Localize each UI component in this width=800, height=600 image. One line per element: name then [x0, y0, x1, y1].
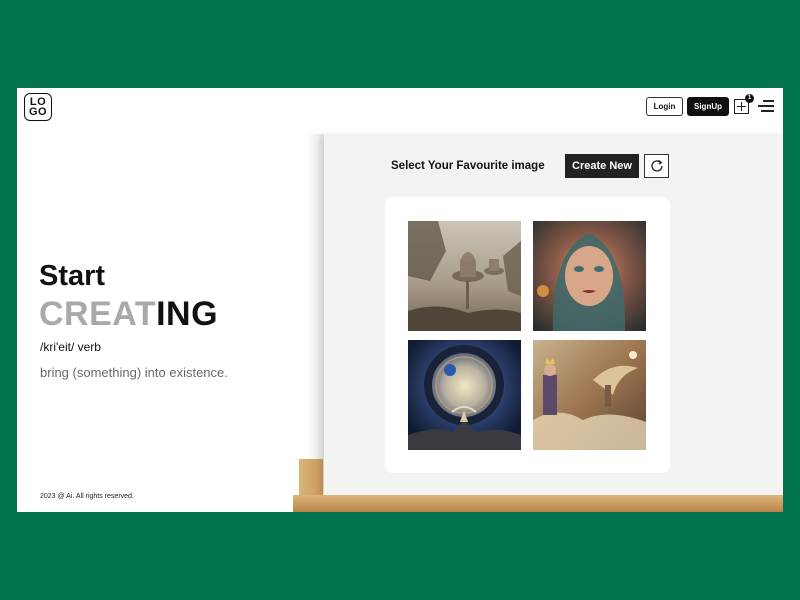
refresh-button[interactable] — [644, 154, 669, 178]
create-new-button[interactable]: Create New — [565, 154, 639, 178]
hero-creating-dark: ING — [156, 295, 219, 333]
copyright-text: 2023 @ Ai. All rights reserved. — [40, 493, 134, 500]
logo[interactable]: LO GO — [24, 93, 52, 121]
panel-shadow — [306, 134, 324, 494]
hamburger-menu-icon[interactable] — [758, 100, 774, 112]
cosmic-portal-figure-image[interactable] — [408, 340, 521, 450]
add-square-icon[interactable]: 1 — [734, 94, 754, 114]
portrait-woman-hood-image[interactable] — [533, 221, 646, 331]
wood-block-decoration — [299, 459, 323, 495]
signup-button[interactable]: SignUp — [687, 97, 729, 116]
hero-creating-heading: CREATING — [39, 295, 218, 334]
wood-shelf-decoration — [293, 495, 783, 512]
notification-badge: 1 — [745, 94, 754, 103]
image-grid-card — [385, 197, 670, 473]
definition-text: bring (something) into existence. — [40, 365, 228, 380]
image-selection-panel: Select Your Favourite image Create New — [324, 134, 783, 495]
app-window: LO GO Login SignUp 1 Start CREATING /kri… — [17, 88, 783, 512]
hero-creating-light: CREAT — [39, 295, 157, 333]
logo-line-2: GO — [28, 106, 48, 118]
refresh-icon — [650, 160, 663, 172]
panel-title: Select Your Favourite image — [391, 160, 545, 172]
queen-angel-clouds-image[interactable] — [533, 340, 646, 450]
hero-start-heading: Start — [39, 260, 106, 292]
login-button[interactable]: Login — [646, 97, 683, 116]
fantasy-floating-temples-image[interactable] — [408, 221, 521, 331]
phonetic-text: /kri'eit/ verb — [40, 340, 101, 354]
